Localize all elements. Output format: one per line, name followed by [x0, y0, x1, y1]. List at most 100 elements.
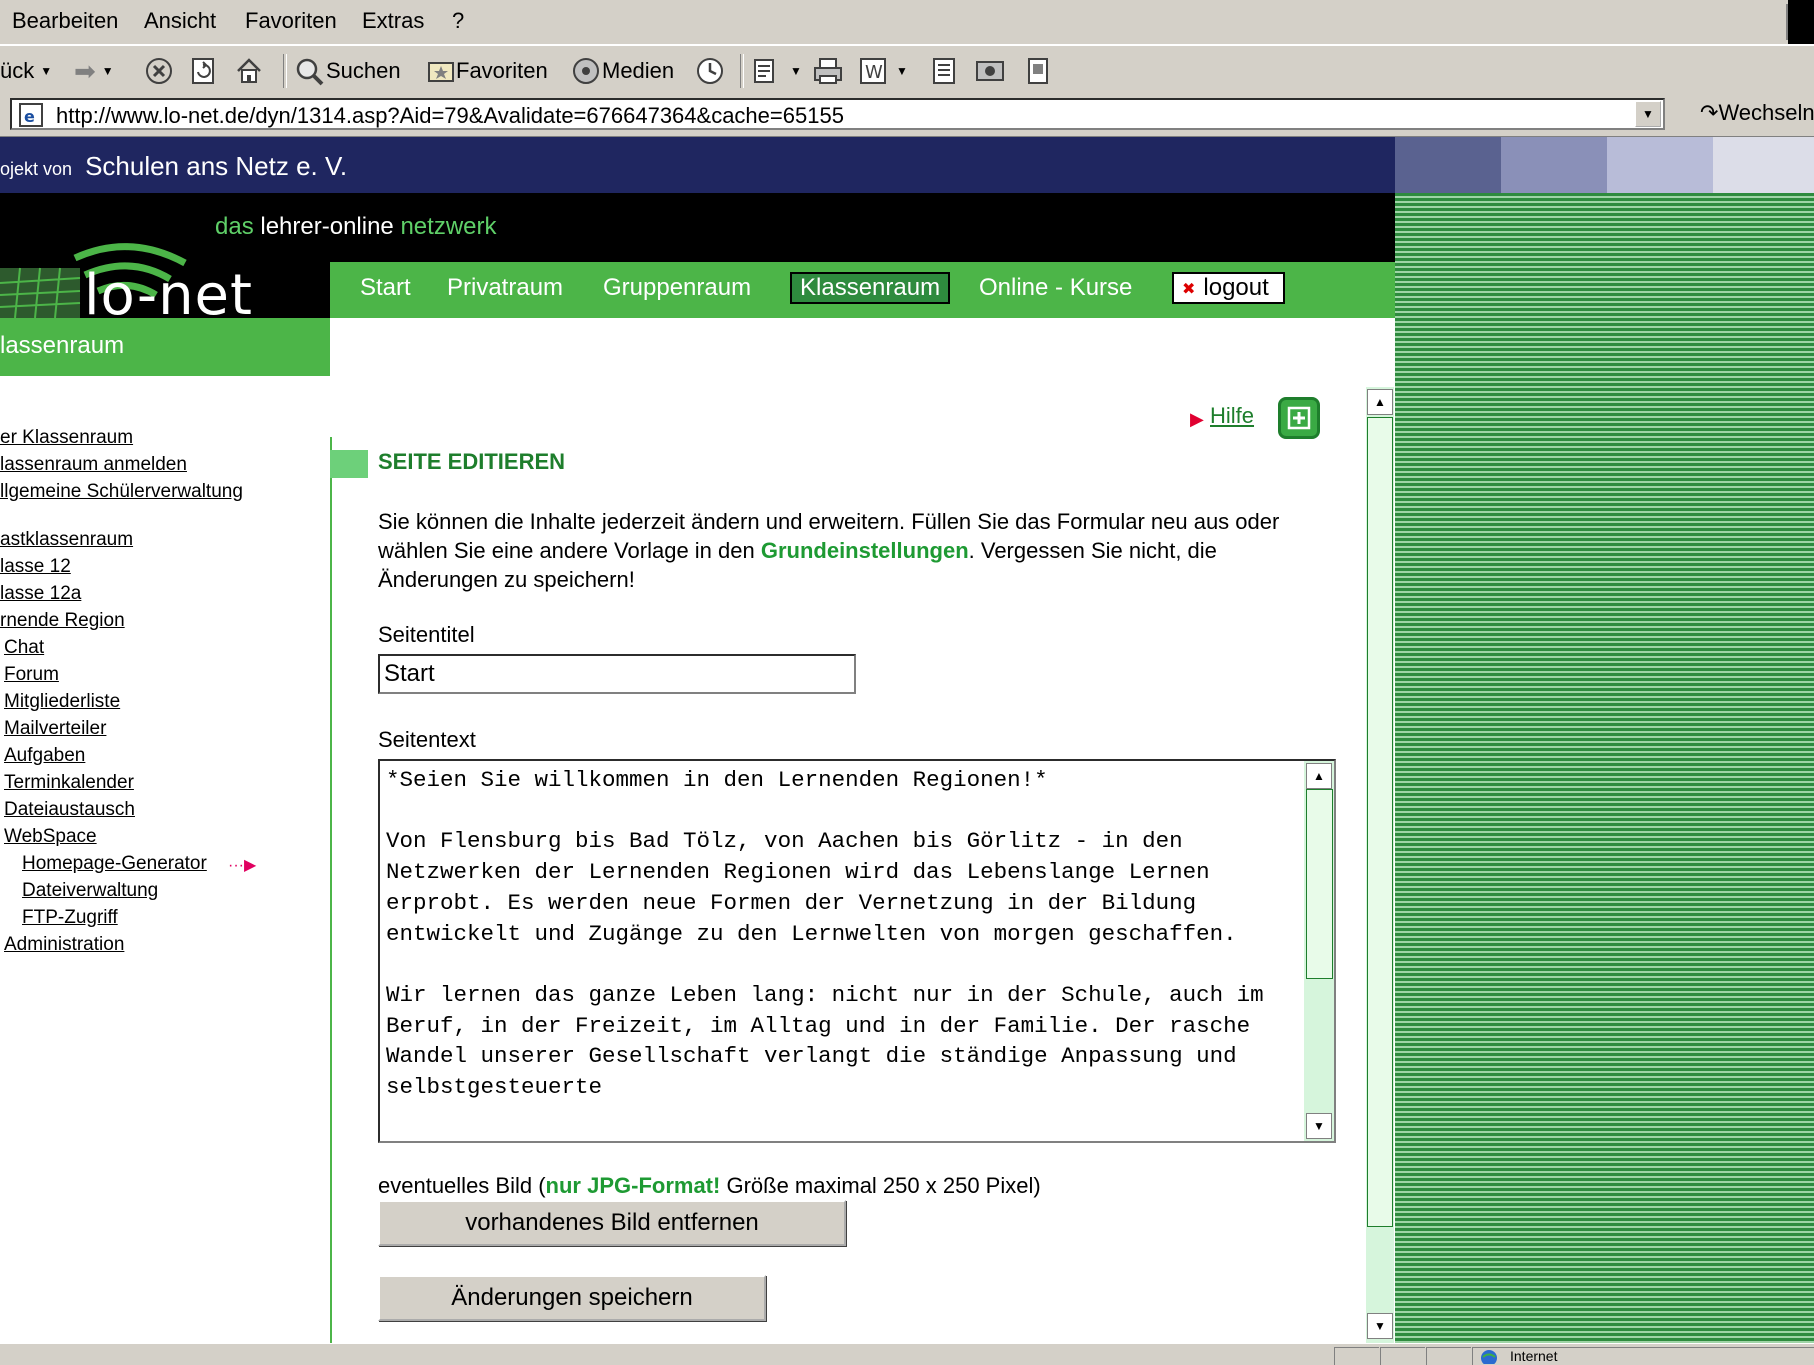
scroll-thumb[interactable] [1367, 417, 1393, 1227]
grundeinstellungen-link[interactable]: Grundeinstellungen [761, 538, 969, 563]
plus-icon [1287, 406, 1311, 430]
tagline-main: lehrer-online [260, 213, 394, 240]
messenger-button[interactable] [974, 54, 1006, 88]
page-scrollbar[interactable]: ▲ ▼ [1366, 387, 1394, 1343]
sidebar-item-klasse-12[interactable]: lasse 12 [0, 556, 71, 578]
stop-button[interactable] [144, 54, 174, 88]
sidebar-item-chat[interactable]: Chat [4, 637, 44, 659]
menu-bearbeiten[interactable]: Bearbeiten [12, 8, 118, 34]
sidebar-item-administration[interactable]: Administration [4, 934, 124, 956]
sidebar-item-mitgliederliste[interactable]: Mitgliederliste [4, 691, 120, 713]
media-icon [573, 58, 599, 84]
messenger-icon [976, 61, 1004, 81]
scroll-down-icon[interactable]: ▼ [1367, 1313, 1393, 1339]
menu-bar: Bearbeiten Ansicht Favoriten Extras ? [0, 0, 1814, 45]
refresh-button[interactable] [190, 54, 218, 88]
menu-ansicht[interactable]: Ansicht [144, 8, 216, 34]
sidebar-item-dateiverwaltung[interactable]: Dateiverwaltung [22, 880, 158, 902]
search-icon [296, 58, 324, 86]
intro-text: Sie können die Inhalte jederzeit ändern … [378, 507, 1338, 594]
search-label: Suchen [326, 58, 401, 83]
tagline-das: das [215, 213, 254, 240]
chevron-down-icon[interactable]: ▼ [896, 64, 908, 78]
print-button[interactable] [812, 54, 844, 88]
chevron-down-icon[interactable]: ▼ [40, 64, 52, 78]
logout-label: logout [1203, 274, 1269, 301]
security-zone-label: Internet [1510, 1348, 1558, 1364]
page-title: SEITE EDITIEREN [378, 449, 566, 474]
nav-privatraum[interactable]: Privatraum [447, 274, 563, 302]
go-button[interactable]: ↷Wechseln [1700, 100, 1814, 126]
back-button[interactable]: ück ▼ [0, 54, 52, 88]
nav-klassenraum[interactable]: Klassenraum [790, 272, 951, 304]
scroll-up-icon[interactable]: ▲ [1367, 389, 1393, 415]
logout-button[interactable]: ✖ logout [1172, 272, 1285, 304]
nav-gruppenraum[interactable]: Gruppenraum [603, 274, 751, 302]
go-label: Wechseln [1718, 100, 1814, 125]
favorites-label: Favoriten [456, 58, 548, 83]
sidebar-item-terminkalender[interactable]: Terminkalender [4, 772, 134, 794]
research-button[interactable] [1024, 54, 1052, 88]
refresh-icon [192, 58, 214, 84]
sidebar-item-aufgaben[interactable]: Aufgaben [4, 745, 85, 767]
help-link[interactable]: Hilfe [1210, 403, 1254, 429]
globe-icon [1481, 1350, 1497, 1364]
chevron-down-icon[interactable]: ▼ [1635, 101, 1661, 127]
sidebar-item-klassenraum[interactable]: er Klassenraum [0, 427, 133, 449]
section-title: lassenraum [0, 332, 125, 359]
current-page-arrow-icon: ···▶ [228, 857, 257, 874]
scroll-down-icon[interactable]: ▼ [1306, 1113, 1332, 1139]
sidebar-item-mailverteiler[interactable]: Mailverteiler [4, 718, 106, 740]
history-button[interactable] [694, 54, 726, 88]
chevron-down-icon[interactable]: ▼ [102, 64, 114, 78]
forward-arrow-icon: ➡ [74, 55, 96, 86]
project-name[interactable]: Schulen ans Netz e. V. [85, 151, 347, 181]
favorites-button[interactable]: Favoriten [426, 54, 548, 88]
history-icon [697, 58, 723, 84]
edit-icon: W [860, 58, 886, 84]
add-button[interactable] [1278, 397, 1320, 439]
menu-extras[interactable]: Extras [362, 8, 424, 34]
discuss-icon [933, 58, 955, 84]
page-title-input[interactable] [378, 654, 856, 694]
page-text-area[interactable]: *Seien Sie willkommen in den Lernenden R… [378, 759, 1336, 1143]
menu-favoriten[interactable]: Favoriten [245, 8, 337, 34]
sidebar-item-ftp-zugriff[interactable]: FTP-Zugriff [22, 907, 118, 929]
sidebar-item-gastklassenraum[interactable]: astklassenraum [0, 529, 133, 551]
media-button[interactable]: Medien [570, 54, 674, 88]
sidebar-item-dateiaustausch[interactable]: Dateiaustausch [4, 799, 135, 821]
scroll-thumb[interactable] [1306, 789, 1333, 979]
sidebar-item-homepage-generator[interactable]: Homepage-Generator [22, 853, 207, 875]
sidebar-item-lernende-region[interactable]: rnende Region [0, 610, 125, 632]
page-text-label: Seitentext [378, 727, 476, 752]
edit-button[interactable]: W ▼ [858, 54, 908, 88]
section-header: lassenraum [0, 318, 330, 376]
status-cell [1334, 1347, 1379, 1365]
search-button[interactable]: Suchen [294, 54, 401, 88]
close-icon: ✖ [1182, 280, 1196, 298]
decor-tile [1607, 137, 1713, 193]
nav-start[interactable]: Start [360, 274, 411, 302]
address-input[interactable]: e http://www.lo-net.de/dyn/1314.asp?Aid=… [10, 98, 1665, 130]
discuss-button[interactable] [930, 54, 960, 88]
mail-button[interactable]: ▼ [752, 54, 802, 88]
sidebar-item-webspace[interactable]: WebSpace [4, 826, 97, 848]
sidebar-item-klasse-12a[interactable]: lasse 12a [0, 583, 81, 605]
status-bar: Internet [0, 1343, 1814, 1365]
home-button[interactable] [234, 54, 264, 88]
remove-image-button[interactable]: vorhandenes Bild entfernen [378, 1200, 846, 1246]
nav-online-kurse[interactable]: Online - Kurse [979, 274, 1132, 302]
sidebar-item-forum[interactable]: Forum [4, 664, 59, 686]
sidebar-item-schuelerverwaltung[interactable]: llgemeine Schülerverwaltung [0, 481, 243, 503]
save-button[interactable]: Änderungen speichern [378, 1275, 766, 1321]
print-icon [814, 58, 842, 84]
project-line: ojekt von Schulen ans Netz e. V. [0, 151, 347, 182]
go-arrow-icon: ↷ [1700, 100, 1719, 125]
sidebar-item-anmelden[interactable]: lassenraum anmelden [0, 454, 187, 476]
svg-text:W: W [865, 62, 883, 83]
forward-button[interactable]: ➡ ▼ [74, 54, 114, 88]
chevron-down-icon[interactable]: ▼ [790, 64, 802, 78]
textarea-scrollbar[interactable]: ▲ ▼ [1304, 761, 1334, 1141]
menu-help[interactable]: ? [452, 8, 464, 34]
scroll-up-icon[interactable]: ▲ [1306, 763, 1332, 789]
